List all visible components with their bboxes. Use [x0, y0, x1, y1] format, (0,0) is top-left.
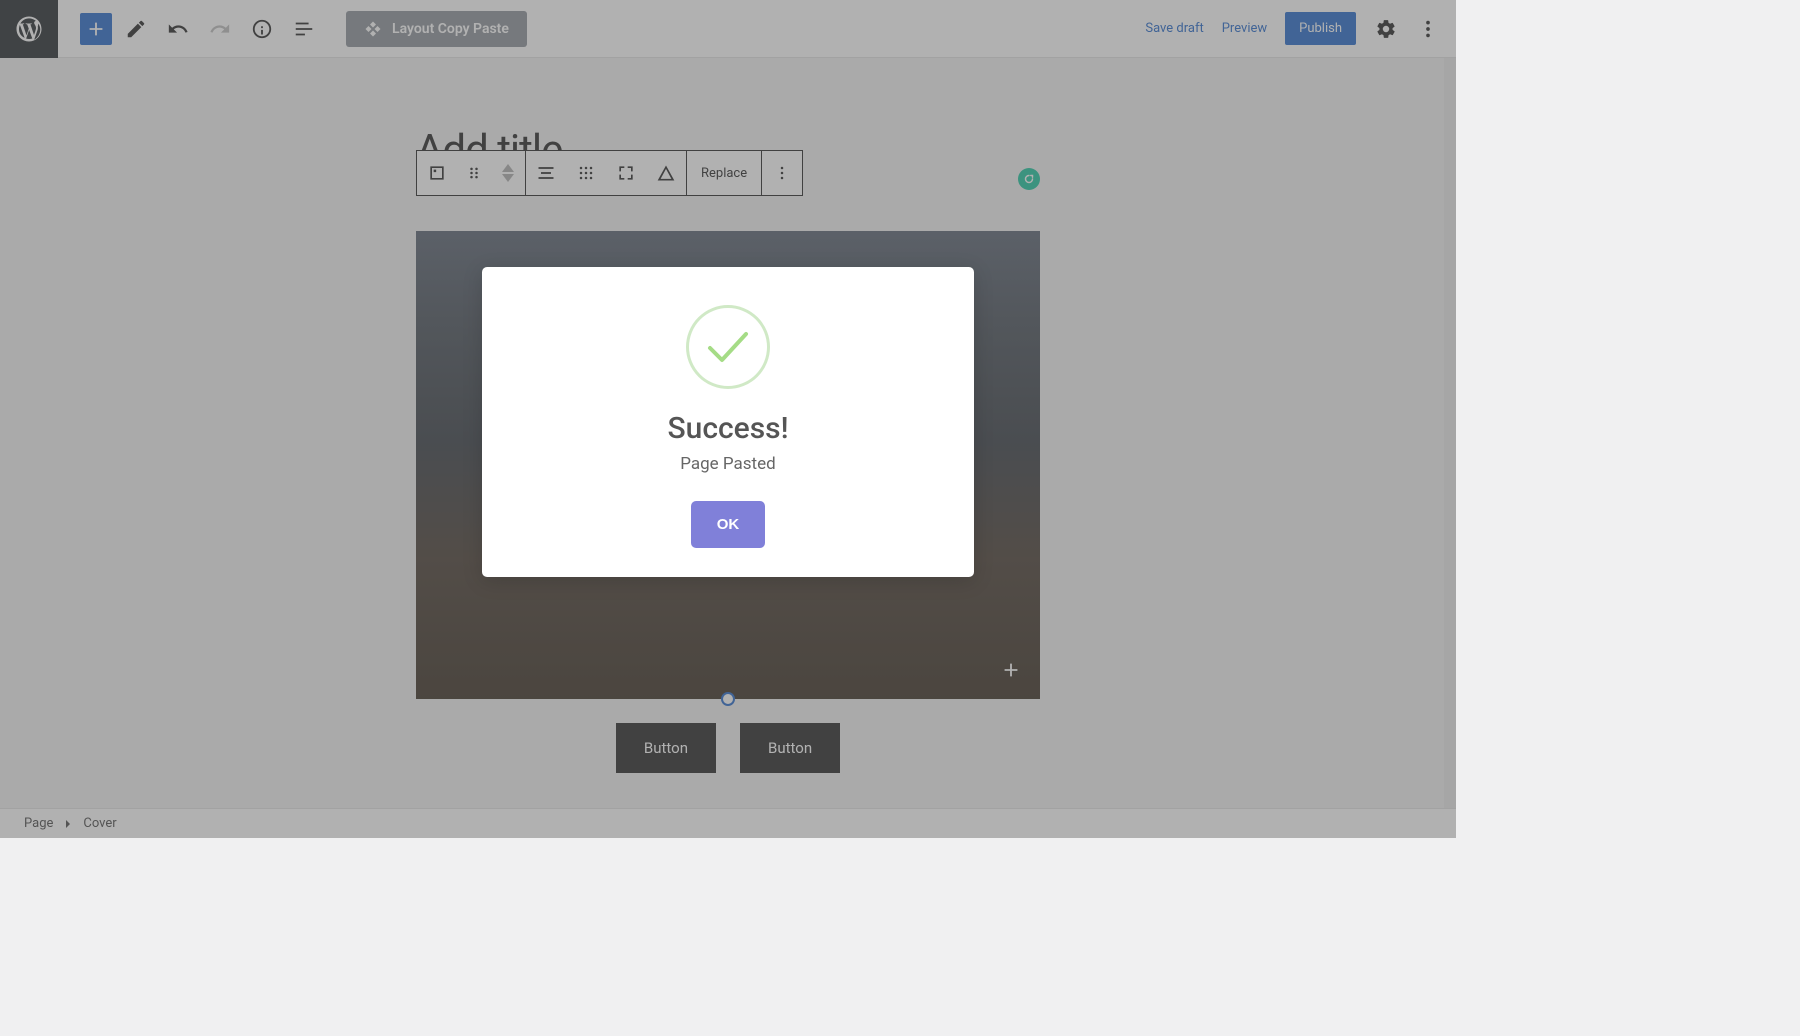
success-check-icon [686, 305, 770, 389]
modal-message: Page Pasted [502, 454, 954, 474]
modal-title: Success! [502, 411, 954, 446]
success-modal: Success! Page Pasted OK [482, 267, 974, 577]
modal-overlay: Success! Page Pasted OK [0, 0, 1456, 838]
modal-ok-button[interactable]: OK [692, 502, 765, 547]
